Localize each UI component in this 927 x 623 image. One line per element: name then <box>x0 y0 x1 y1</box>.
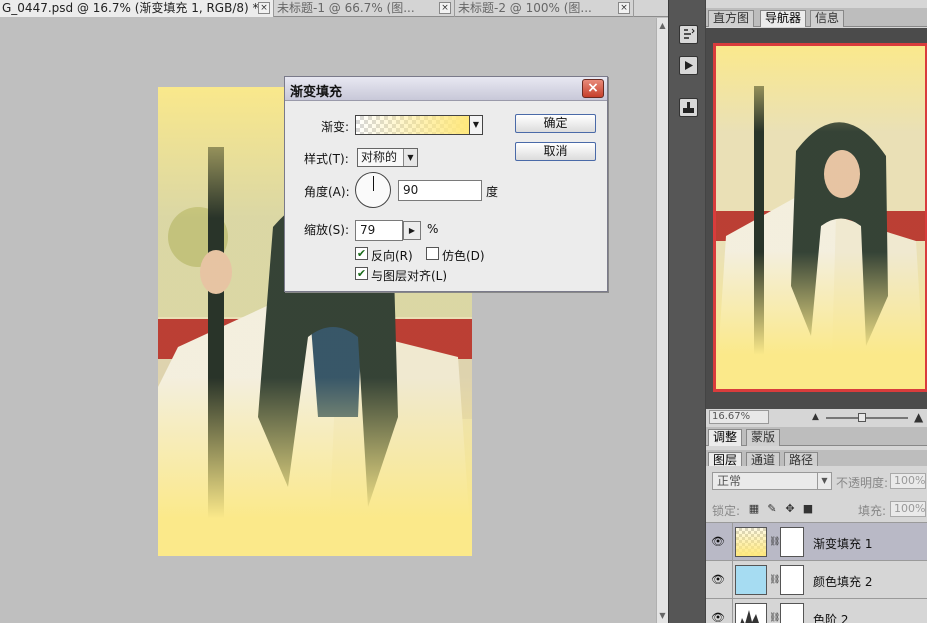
divider <box>732 523 733 560</box>
opacity-field[interactable]: 100% <box>890 473 926 489</box>
close-tab-icon[interactable]: × <box>618 2 630 14</box>
navigator-panel-tabs: 直方图 导航器 信息 <box>706 8 927 27</box>
document-tab-label: G_0447.psd @ 16.7% (渐变填充 1, RGB/8) * <box>2 1 259 15</box>
reverse-checkbox[interactable]: ✔ <box>355 247 368 260</box>
tab-info[interactable]: 信息 <box>810 10 845 27</box>
tab-masks[interactable]: 蒙版 <box>746 429 781 446</box>
scale-slider-arrow-icon[interactable]: ▶ <box>403 221 421 240</box>
tab-adjustments[interactable]: 调整 <box>708 429 743 446</box>
blend-mode-value: 正常 <box>717 474 742 488</box>
zoom-slider-track[interactable] <box>826 417 908 419</box>
zoom-slider-thumb[interactable] <box>858 413 866 422</box>
document-tab-untitled-2[interactable]: 未标题-2 @ 100% (图... × <box>456 0 634 17</box>
angle-dial-hand <box>373 176 374 191</box>
scale-unit: % <box>427 222 439 236</box>
dialog-title: 渐变填充 <box>290 85 343 100</box>
navigator-footer: 16.67% ▲ ▲ <box>706 409 927 427</box>
cancel-button[interactable]: 取消 <box>515 142 596 161</box>
document-tab-active[interactable]: G_0447.psd @ 16.7% (渐变填充 1, RGB/8) * × <box>0 0 274 17</box>
dither-checkbox[interactable] <box>426 247 439 260</box>
lock-brush-icon[interactable]: ✎ <box>766 503 778 515</box>
lock-all-icon[interactable]: ■ <box>802 503 814 515</box>
align-with-layer-checkbox[interactable]: ✔ <box>355 267 368 280</box>
close-tab-icon[interactable]: × <box>258 2 270 14</box>
document-tab-untitled-1[interactable]: 未标题-1 @ 66.7% (图... × <box>275 0 455 17</box>
lock-label: 锁定: <box>712 504 741 518</box>
layer-name: 颜色填充 2 <box>813 575 873 589</box>
document-tab-label: 未标题-2 @ 100% (图... <box>458 1 592 15</box>
divider <box>732 599 733 623</box>
navigator-preview-image <box>716 46 925 389</box>
fill-field[interactable]: 100% <box>890 501 926 517</box>
lock-move-icon[interactable]: ✥ <box>784 503 796 515</box>
chevron-down-icon: ▼ <box>817 473 831 489</box>
layer-mask-thumbnail <box>780 603 804 623</box>
eye-icon[interactable]: 👁 <box>711 574 727 586</box>
scroll-up-icon[interactable]: ▲ <box>657 20 668 32</box>
layer-thumbnail <box>735 565 767 595</box>
vertical-scrollbar[interactable]: ▲ ▼ <box>656 18 668 623</box>
document-tab-label: 未标题-1 @ 66.7% (图... <box>277 1 415 15</box>
close-tab-icon[interactable]: × <box>439 2 451 14</box>
scale-input[interactable]: 79 <box>355 220 403 241</box>
history-icon[interactable] <box>679 25 698 44</box>
zoom-in-icon[interactable]: ▲ <box>914 410 923 424</box>
blend-mode-select[interactable]: 正常 ▼ <box>712 472 832 490</box>
scale-label: 缩放(S): <box>304 223 350 237</box>
chevron-down-icon[interactable]: ▼ <box>470 115 483 135</box>
opacity-label: 不透明度: <box>836 476 889 490</box>
close-icon[interactable]: × <box>582 79 604 98</box>
eye-icon[interactable]: 👁 <box>711 612 727 623</box>
actions-play-icon[interactable] <box>679 56 698 75</box>
layer-name: 渐变填充 1 <box>813 537 873 551</box>
levels-histogram-icon <box>735 603 767 623</box>
zoom-value-field[interactable]: 16.67% <box>709 410 769 424</box>
navigator-view-box[interactable] <box>713 43 927 392</box>
layer-row[interactable]: 👁 ⛓ 渐变填充 1 <box>706 522 927 560</box>
layer-row[interactable]: 👁 ⛓ 颜色填充 2 <box>706 560 927 598</box>
angle-label: 角度(A): <box>304 185 350 199</box>
adjustments-panel-tabs: 调整 蒙版 <box>706 427 927 446</box>
tab-histogram[interactable]: 直方图 <box>708 10 755 27</box>
right-panel: 直方图 导航器 信息 16.67% ▲ ▲ 调整 蒙版 图层 通道 路径 正常 … <box>705 0 927 623</box>
chevron-down-icon: ▼ <box>403 149 417 166</box>
tool-presets-icon[interactable] <box>679 98 698 117</box>
angle-unit: 度 <box>486 185 499 199</box>
layers-panel: 正常 ▼ 不透明度: 100% 锁定: ▦ ✎ ✥ ■ 填充: 100% 👁 ⛓… <box>706 466 927 623</box>
zoom-out-icon[interactable]: ▲ <box>812 412 819 422</box>
ok-button[interactable]: 确定 <box>515 114 596 133</box>
document-tab-bar: G_0447.psd @ 16.7% (渐变填充 1, RGB/8) * × 未… <box>0 0 668 17</box>
style-select[interactable]: 对称的 ▼ <box>357 148 418 167</box>
tab-navigator[interactable]: 导航器 <box>760 10 807 27</box>
lock-transparent-icon[interactable]: ▦ <box>748 503 760 515</box>
angle-dial[interactable] <box>355 172 391 208</box>
dialog-title-bar[interactable]: 渐变填充 × <box>285 77 607 101</box>
panel-icon-column <box>668 0 705 623</box>
layer-mask-thumbnail <box>780 565 804 595</box>
eye-icon[interactable]: 👁 <box>711 536 727 548</box>
layer-thumbnail <box>735 527 767 557</box>
dither-label: 仿色(D) <box>442 249 485 263</box>
align-with-layer-label: 与图层对齐(L) <box>371 269 448 283</box>
navigator-panel <box>706 28 927 428</box>
layer-name: 色阶 2 <box>813 613 849 623</box>
divider <box>732 561 733 598</box>
style-label: 样式(T): <box>304 152 349 166</box>
angle-input[interactable]: 90 <box>398 180 482 201</box>
layer-mask-thumbnail <box>780 527 804 557</box>
gradient-fill-dialog: 渐变填充 × 渐变: ▼ 样式(T): 对称的 ▼ 角度(A): 90 度 缩放… <box>284 76 608 292</box>
layer-row[interactable]: 👁 ⛓ 色阶 2 <box>706 598 927 623</box>
style-value: 对称的 <box>361 150 398 164</box>
fill-label: 填充: <box>858 504 887 518</box>
link-icon: ⛓ <box>769 537 781 547</box>
reverse-label: 反向(R) <box>371 249 413 263</box>
gradient-preview-swatch[interactable] <box>355 115 470 135</box>
link-icon: ⛓ <box>769 613 781 623</box>
scroll-down-icon[interactable]: ▼ <box>657 610 668 622</box>
gradient-label: 渐变: <box>321 120 350 134</box>
link-icon: ⛓ <box>769 575 781 585</box>
